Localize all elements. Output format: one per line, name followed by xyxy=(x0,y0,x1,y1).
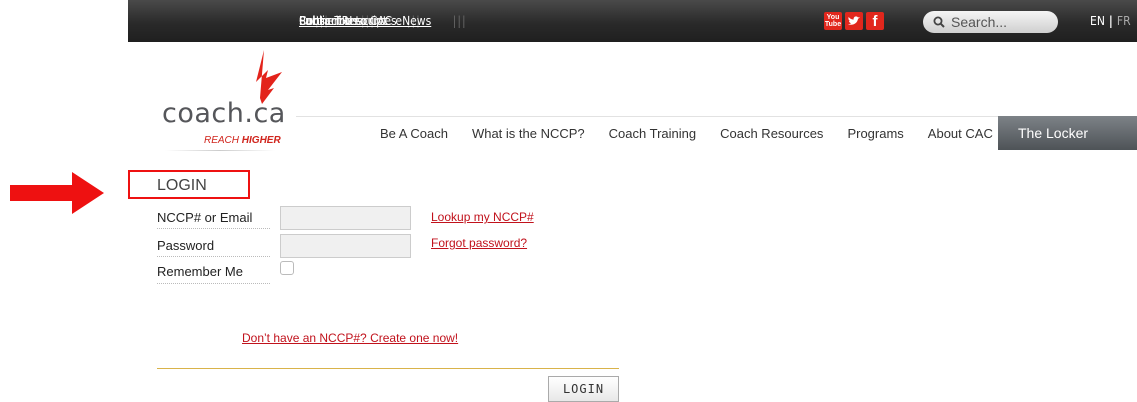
top-bar: Partner Resources ||| Subscribe to CAC e… xyxy=(128,0,1137,42)
nav-programs[interactable]: Programs xyxy=(847,126,903,141)
login-button[interactable]: LOGIN xyxy=(548,376,619,402)
nav-about-cac[interactable]: About CAC xyxy=(928,126,993,141)
the-locker-tab[interactable]: The Locker xyxy=(998,116,1137,150)
logo-wordmark: coach.ca xyxy=(162,98,286,129)
label-divider xyxy=(157,283,270,284)
main-nav: Be A Coach What is the NCCP? Coach Train… xyxy=(380,117,1017,150)
logo-underline xyxy=(165,150,275,151)
top-nav-separator: ||| xyxy=(452,14,467,28)
create-nccp-link[interactable]: Don’t have an NCCP#? Create one now! xyxy=(242,331,458,345)
label-divider xyxy=(157,256,270,257)
arrow-annotation xyxy=(10,172,104,214)
coach-ca-logo[interactable]: coach.ca REACH HIGHER xyxy=(162,48,292,148)
logo-tagline: REACH HIGHER xyxy=(204,135,281,146)
tagline-bold: HIGHER xyxy=(241,135,281,146)
top-nav: Partner Resources ||| Subscribe to CAC e… xyxy=(299,0,483,42)
lang-en-link[interactable]: EN xyxy=(1090,14,1105,28)
login-title: LOGIN xyxy=(157,177,207,194)
search-input[interactable] xyxy=(951,14,1051,30)
tagline-prefix: REACH xyxy=(204,135,242,146)
nccp-email-field[interactable] xyxy=(280,206,411,230)
nav-what-is-nccp[interactable]: What is the NCCP? xyxy=(472,126,585,141)
remember-me-checkbox[interactable] xyxy=(280,261,294,275)
lookup-nccp-link[interactable]: Lookup my NCCP# xyxy=(431,210,534,224)
lang-fr-link[interactable]: FR xyxy=(1117,14,1131,28)
nccp-email-label: NCCP# or Email xyxy=(157,210,253,225)
twitter-icon[interactable] xyxy=(845,12,863,30)
social-links: You Tube f xyxy=(824,12,884,30)
language-switch: EN | FR xyxy=(1090,14,1131,28)
password-field[interactable] xyxy=(280,234,411,258)
nav-be-a-coach[interactable]: Be A Coach xyxy=(380,126,448,141)
search-box xyxy=(923,11,1058,33)
password-label: Password xyxy=(157,238,215,253)
youtube-icon[interactable]: You Tube xyxy=(824,12,842,30)
label-divider xyxy=(157,228,270,229)
forgot-password-link[interactable]: Forgot password? xyxy=(431,236,527,250)
form-divider xyxy=(157,368,619,369)
lang-separator: | xyxy=(1108,14,1113,28)
public-transcript-link[interactable]: Public Transcript xyxy=(299,14,387,28)
nav-coach-training[interactable]: Coach Training xyxy=(609,126,696,141)
facebook-icon[interactable]: f xyxy=(866,12,884,30)
nav-coach-resources[interactable]: Coach Resources xyxy=(720,126,823,141)
search-icon xyxy=(933,16,945,28)
remember-me-label: Remember Me xyxy=(157,264,243,279)
